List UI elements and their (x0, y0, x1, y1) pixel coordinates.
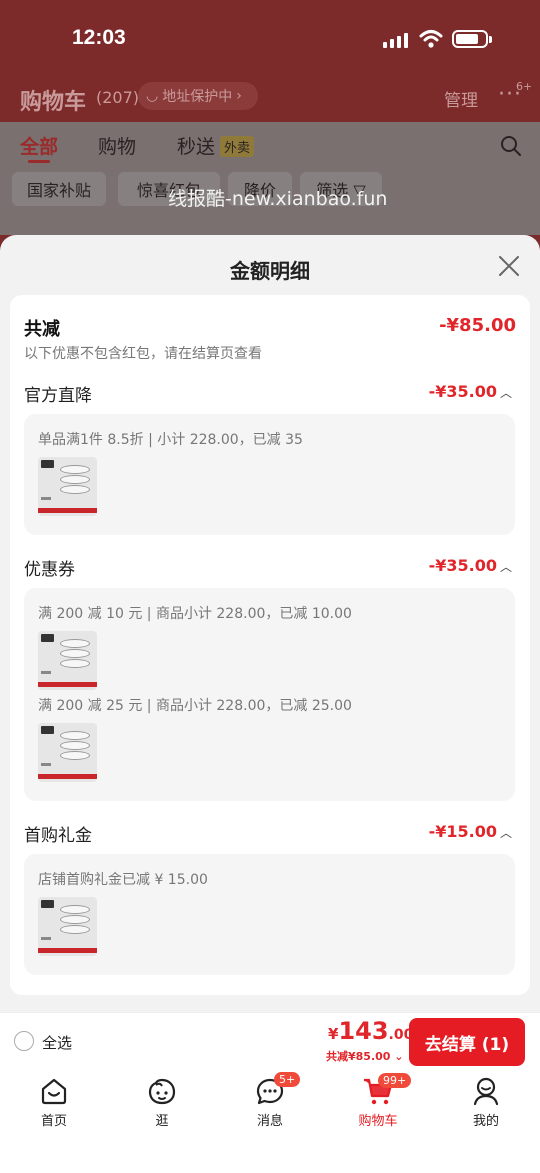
waimai-tag: 外卖 (220, 136, 255, 157)
tabbar-item-cart[interactable]: 购物车 99+ (338, 1073, 418, 1129)
message-badge: 5+ (274, 1072, 301, 1087)
amount-detail-sheet: 金额明细 共减 -¥85.00 以下优惠不包含红包，请在结算页查看 官方直降 -… (0, 235, 540, 1012)
select-all-label[interactable]: 全选 (42, 1032, 72, 1053)
saved-amount-text: 共减¥85.00 (326, 1050, 391, 1063)
total-discount-note: 以下优惠不包含红包，请在结算页查看 (24, 346, 262, 362)
section-coupon-amount[interactable]: -¥35.00 ︿ (429, 556, 512, 575)
tabbar-label: 消息 (256, 1114, 283, 1129)
cart-count: (207) (96, 88, 140, 107)
address-protection-pill[interactable]: ◡ 地址保护中 › (138, 82, 258, 110)
section-amount-value: -¥35.00 (428, 556, 497, 575)
watermark: 线报酷-new.xianbao.fun (168, 188, 388, 210)
chip-national-subsidy[interactable]: 国家补贴 (12, 172, 106, 206)
tabbar-label: 逛 (155, 1114, 169, 1129)
chevron-up-icon: ︿ (499, 560, 512, 574)
cart-title: 购物车 (20, 90, 87, 115)
section-first-purchase-detail: 店铺首购礼金已减 ¥ 15.00 (24, 854, 515, 975)
price-symbol: ¥ (328, 1025, 339, 1043)
active-tab-underline (28, 160, 50, 163)
browse-face-icon (148, 1078, 176, 1105)
section-coupon-detail: 满 200 减 10 元 | 商品小计 228.00，已减 10.00 满 20… (24, 588, 515, 801)
tabbar-label: 首页 (40, 1114, 67, 1129)
checkout-button[interactable]: 去结算 (1) (409, 1018, 525, 1066)
wifi-icon (419, 30, 443, 48)
tab-instant-delivery[interactable]: 秒送 (177, 132, 215, 159)
tabbar-item-messages[interactable]: 消息 5+ (230, 1072, 310, 1129)
section-first-purchase-title: 首购礼金 (24, 826, 92, 846)
discount-detail-line: 店铺首购礼金已减 ¥ 15.00 (38, 872, 208, 888)
home-icon (41, 1078, 67, 1105)
tabbar-item-home[interactable]: 首页 (14, 1076, 94, 1129)
section-official-discount-title: 官方直降 (24, 386, 92, 406)
total-price: ¥143.00 (328, 1017, 413, 1045)
tab-shopping[interactable]: 购物 (98, 132, 136, 159)
price-integer: 143 (338, 1017, 389, 1045)
section-amount-value: -¥15.00 (428, 822, 497, 841)
category-tabs: 全部 购物 秒送 (0, 132, 540, 172)
chevron-up-icon: ︿ (499, 826, 512, 840)
sheet-title: 金额明细 (230, 259, 310, 283)
product-thumbnail (38, 897, 97, 956)
tabbar-label: 购物车 (358, 1114, 398, 1129)
saved-amount[interactable]: 共减¥85.00 ⌄ (326, 1048, 404, 1064)
section-amount-value: -¥35.00 (428, 382, 497, 401)
tabbar-item-profile[interactable]: 我的 (446, 1076, 526, 1129)
tab-all[interactable]: 全部 (20, 132, 58, 159)
more-badge: 6+ (516, 80, 533, 93)
tabbar-item-browse[interactable]: 逛 (122, 1076, 202, 1129)
total-discount-amount: -¥85.00 (439, 315, 516, 336)
signal-icon (383, 32, 408, 48)
product-thumbnail (38, 723, 97, 782)
address-protection-label: 地址保护中 (162, 89, 233, 105)
discount-detail-line: 满 200 减 10 元 | 商品小计 228.00，已减 10.00 (38, 606, 352, 622)
chevron-up-icon: ︿ (499, 386, 512, 400)
status-time: 12:03 (72, 26, 126, 49)
chevron-right-icon: › (236, 88, 242, 104)
manage-button[interactable]: 管理 (444, 86, 478, 111)
discount-detail-line: 单品满1件 8.5折 | 小计 228.00，已减 35 (38, 432, 303, 448)
total-discount-label: 共减 (24, 319, 60, 340)
product-thumbnail (38, 631, 97, 690)
chevron-down-icon: ⌄ (390, 1050, 404, 1063)
bottom-tab-bar: 首页 逛 消息 5+ 购物车 99+ 我的 (0, 1070, 540, 1173)
section-coupon-title: 优惠券 (24, 560, 75, 580)
select-all-radio[interactable] (14, 1031, 34, 1051)
search-icon[interactable] (500, 135, 522, 157)
tabbar-label: 我的 (472, 1114, 499, 1129)
discount-detail-line: 满 200 减 25 元 | 商品小计 228.00，已减 25.00 (38, 698, 352, 714)
section-official-discount-detail: 单品满1件 8.5折 | 小计 228.00，已减 35 (24, 414, 515, 535)
status-bar: 12:03 (0, 24, 540, 58)
profile-icon (473, 1077, 499, 1106)
product-thumbnail (38, 457, 97, 516)
discount-details-card: 共减 -¥85.00 以下优惠不包含红包，请在结算页查看 官方直降 -¥35.0… (10, 295, 530, 995)
close-icon[interactable] (496, 253, 522, 279)
battery-icon (452, 30, 492, 48)
checkout-bar: 全选 ¥143.00 共减¥85.00 ⌄ 去结算 (1) (0, 1012, 540, 1070)
section-first-purchase-amount[interactable]: -¥15.00 ︿ (429, 822, 512, 841)
section-official-discount-amount[interactable]: -¥35.00 ︿ (429, 382, 512, 401)
shield-icon: ◡ (146, 88, 159, 104)
cart-badge: 99+ (378, 1073, 412, 1088)
